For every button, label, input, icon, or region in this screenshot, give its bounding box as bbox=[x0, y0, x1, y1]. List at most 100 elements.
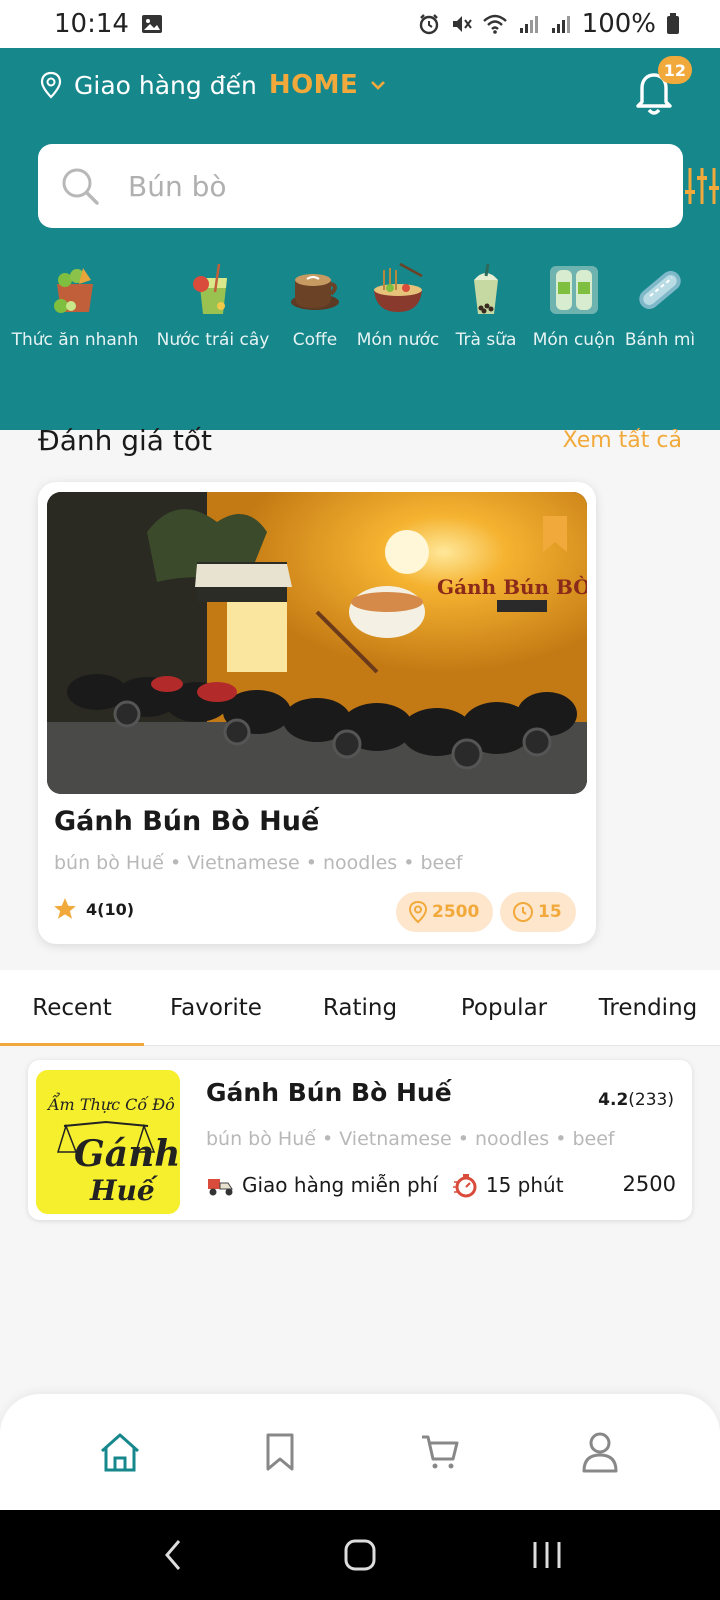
nav-home[interactable] bbox=[90, 1422, 150, 1482]
header: Giao hàng đến HOME 12 Thức ăn nhanh Nước… bbox=[0, 48, 720, 430]
restaurant-rating: 4.2(233) bbox=[598, 1090, 674, 1110]
rating-count: (233) bbox=[628, 1090, 674, 1110]
bookmark-icon[interactable] bbox=[541, 514, 569, 554]
category-bread[interactable]: Bánh mì bbox=[618, 260, 702, 350]
user-icon bbox=[582, 1432, 618, 1473]
category-roll[interactable]: Món cuộn bbox=[530, 260, 618, 350]
list-item[interactable]: Ẩm Thực Cố Đô Gánh Huế Gánh Bún Bò Huế 4… bbox=[28, 1060, 692, 1220]
recents-icon bbox=[533, 1542, 561, 1568]
svg-text:Huế: Huế bbox=[89, 1174, 159, 1207]
svg-text:Gánh: Gánh bbox=[74, 1133, 180, 1175]
filter-icon[interactable] bbox=[684, 166, 720, 206]
restaurant-price: 2500 bbox=[622, 1172, 676, 1196]
noodle-soup-icon bbox=[368, 260, 428, 320]
search-bar[interactable] bbox=[38, 144, 683, 228]
mute-icon bbox=[452, 16, 472, 32]
tab-rating[interactable]: Rating bbox=[288, 970, 432, 1045]
search-icon bbox=[62, 168, 99, 205]
location-pin-icon bbox=[408, 900, 428, 924]
featured-rating: 4(10) bbox=[52, 896, 134, 922]
back-icon bbox=[165, 1540, 181, 1570]
category-label: Trà sữa bbox=[455, 330, 517, 350]
featured-restaurant-tags: bún bò Huế • Vietnamese • noodles • beef bbox=[54, 852, 463, 874]
category-fast-food[interactable]: Thức ăn nhanh bbox=[0, 260, 150, 350]
recents-button[interactable] bbox=[522, 1530, 572, 1580]
nav-profile[interactable] bbox=[570, 1422, 630, 1482]
wifi-icon bbox=[482, 14, 507, 34]
delivery-selector[interactable]: Giao hàng đến HOME bbox=[40, 70, 386, 100]
delivery-time: 15 phút bbox=[485, 1173, 564, 1197]
filter-tabs: Recent Favorite Rating Popular Trending bbox=[0, 970, 720, 1046]
tab-favorite[interactable]: Favorite bbox=[144, 970, 288, 1045]
search-input[interactable] bbox=[128, 169, 588, 203]
category-label: Bánh mì bbox=[624, 330, 696, 350]
category-label: Món cuộn bbox=[532, 330, 616, 350]
bookmark-icon bbox=[266, 1433, 294, 1471]
notification-button[interactable]: 12 bbox=[630, 56, 692, 120]
coffee-icon bbox=[285, 260, 345, 320]
delivery-text: Giao hàng miễn phí bbox=[242, 1173, 438, 1197]
signal-1-icon bbox=[519, 16, 538, 33]
featured-restaurant-card[interactable]: Gánh Bún BÒ Gánh Bún Bò Huế bún bò Huế •… bbox=[38, 482, 596, 944]
status-time: 10:14 bbox=[54, 9, 129, 39]
time-pill: 15 bbox=[500, 892, 576, 932]
restaurant-sign: Gánh Bún BÒ bbox=[437, 574, 587, 599]
back-button[interactable] bbox=[148, 1530, 198, 1580]
distance-value: 2500 bbox=[432, 902, 480, 922]
category-label: Món nước bbox=[356, 330, 440, 350]
featured-restaurant-name: Gánh Bún Bò Huế bbox=[54, 806, 320, 837]
milk-tea-icon bbox=[456, 260, 516, 320]
restaurant-name: Gánh Bún Bò Huế bbox=[206, 1078, 452, 1107]
nav-cart[interactable] bbox=[410, 1422, 470, 1482]
restaurant-logo: Ẩm Thực Cố Đô Gánh Huế bbox=[36, 1070, 180, 1214]
cart-icon bbox=[422, 1435, 459, 1469]
status-right: 100% bbox=[418, 9, 680, 39]
battery-percent: 100% bbox=[581, 9, 656, 39]
chevron-down-icon bbox=[371, 81, 386, 90]
signal-2-icon bbox=[551, 16, 570, 33]
home-icon bbox=[101, 1433, 139, 1472]
tab-trending[interactable]: Trending bbox=[576, 970, 720, 1045]
category-list: Thức ăn nhanh Nước trái cây Coffe Món nư… bbox=[0, 260, 720, 350]
rating-value: 4.2 bbox=[598, 1090, 629, 1110]
featured-rating-text: 4(10) bbox=[86, 899, 135, 919]
see-all-link[interactable]: Xem tất cả bbox=[563, 428, 682, 453]
category-label: Thức ăn nhanh bbox=[11, 330, 139, 350]
nav-saved[interactable] bbox=[250, 1422, 310, 1482]
time-value: 15 bbox=[538, 902, 562, 922]
home-button[interactable] bbox=[335, 1530, 385, 1580]
roll-icon bbox=[544, 260, 604, 320]
gallery-notification-icon bbox=[141, 15, 162, 33]
bread-icon bbox=[630, 260, 690, 320]
restaurant-meta: Giao hàng miễn phí 15 phút bbox=[206, 1172, 564, 1198]
home-square-icon bbox=[344, 1539, 376, 1571]
category-label: Nước trái cây bbox=[156, 330, 270, 350]
system-navigation bbox=[0, 1510, 720, 1600]
delivery-scooter-icon bbox=[208, 1179, 233, 1196]
alarm-icon bbox=[419, 14, 438, 35]
bottom-navigation bbox=[0, 1394, 720, 1510]
status-bar: 10:14 100% bbox=[0, 0, 720, 48]
restaurant-photo: Gánh Bún BÒ bbox=[47, 492, 587, 794]
restaurant-tags: bún bò Huế • Vietnamese • noodles • beef bbox=[206, 1128, 615, 1150]
status-left: 10:14 bbox=[54, 9, 163, 39]
distance-pill: 2500 bbox=[396, 892, 494, 932]
category-noodle-soup[interactable]: Món nước bbox=[354, 260, 442, 350]
category-milk-tea[interactable]: Trà sữa bbox=[442, 260, 530, 350]
category-juice[interactable]: Nước trái cây bbox=[150, 260, 276, 350]
star-icon bbox=[54, 898, 76, 919]
category-label: Coffe bbox=[292, 330, 338, 350]
location-pin-icon bbox=[40, 71, 62, 99]
category-coffee[interactable]: Coffe bbox=[276, 260, 354, 350]
fast-food-icon bbox=[45, 260, 105, 320]
tab-recent[interactable]: Recent bbox=[0, 970, 144, 1046]
battery-icon bbox=[667, 13, 679, 34]
tab-popular[interactable]: Popular bbox=[432, 970, 576, 1045]
svg-text:Ẩm Thực Cố Đô: Ẩm Thực Cố Đô bbox=[46, 1092, 175, 1114]
notification-badge: 12 bbox=[657, 56, 692, 84]
stopwatch-icon bbox=[452, 1174, 477, 1198]
delivery-location[interactable]: HOME bbox=[269, 70, 359, 100]
delivery-label: Giao hàng đến bbox=[74, 70, 257, 100]
clock-icon bbox=[513, 902, 533, 922]
juice-icon bbox=[183, 260, 243, 320]
